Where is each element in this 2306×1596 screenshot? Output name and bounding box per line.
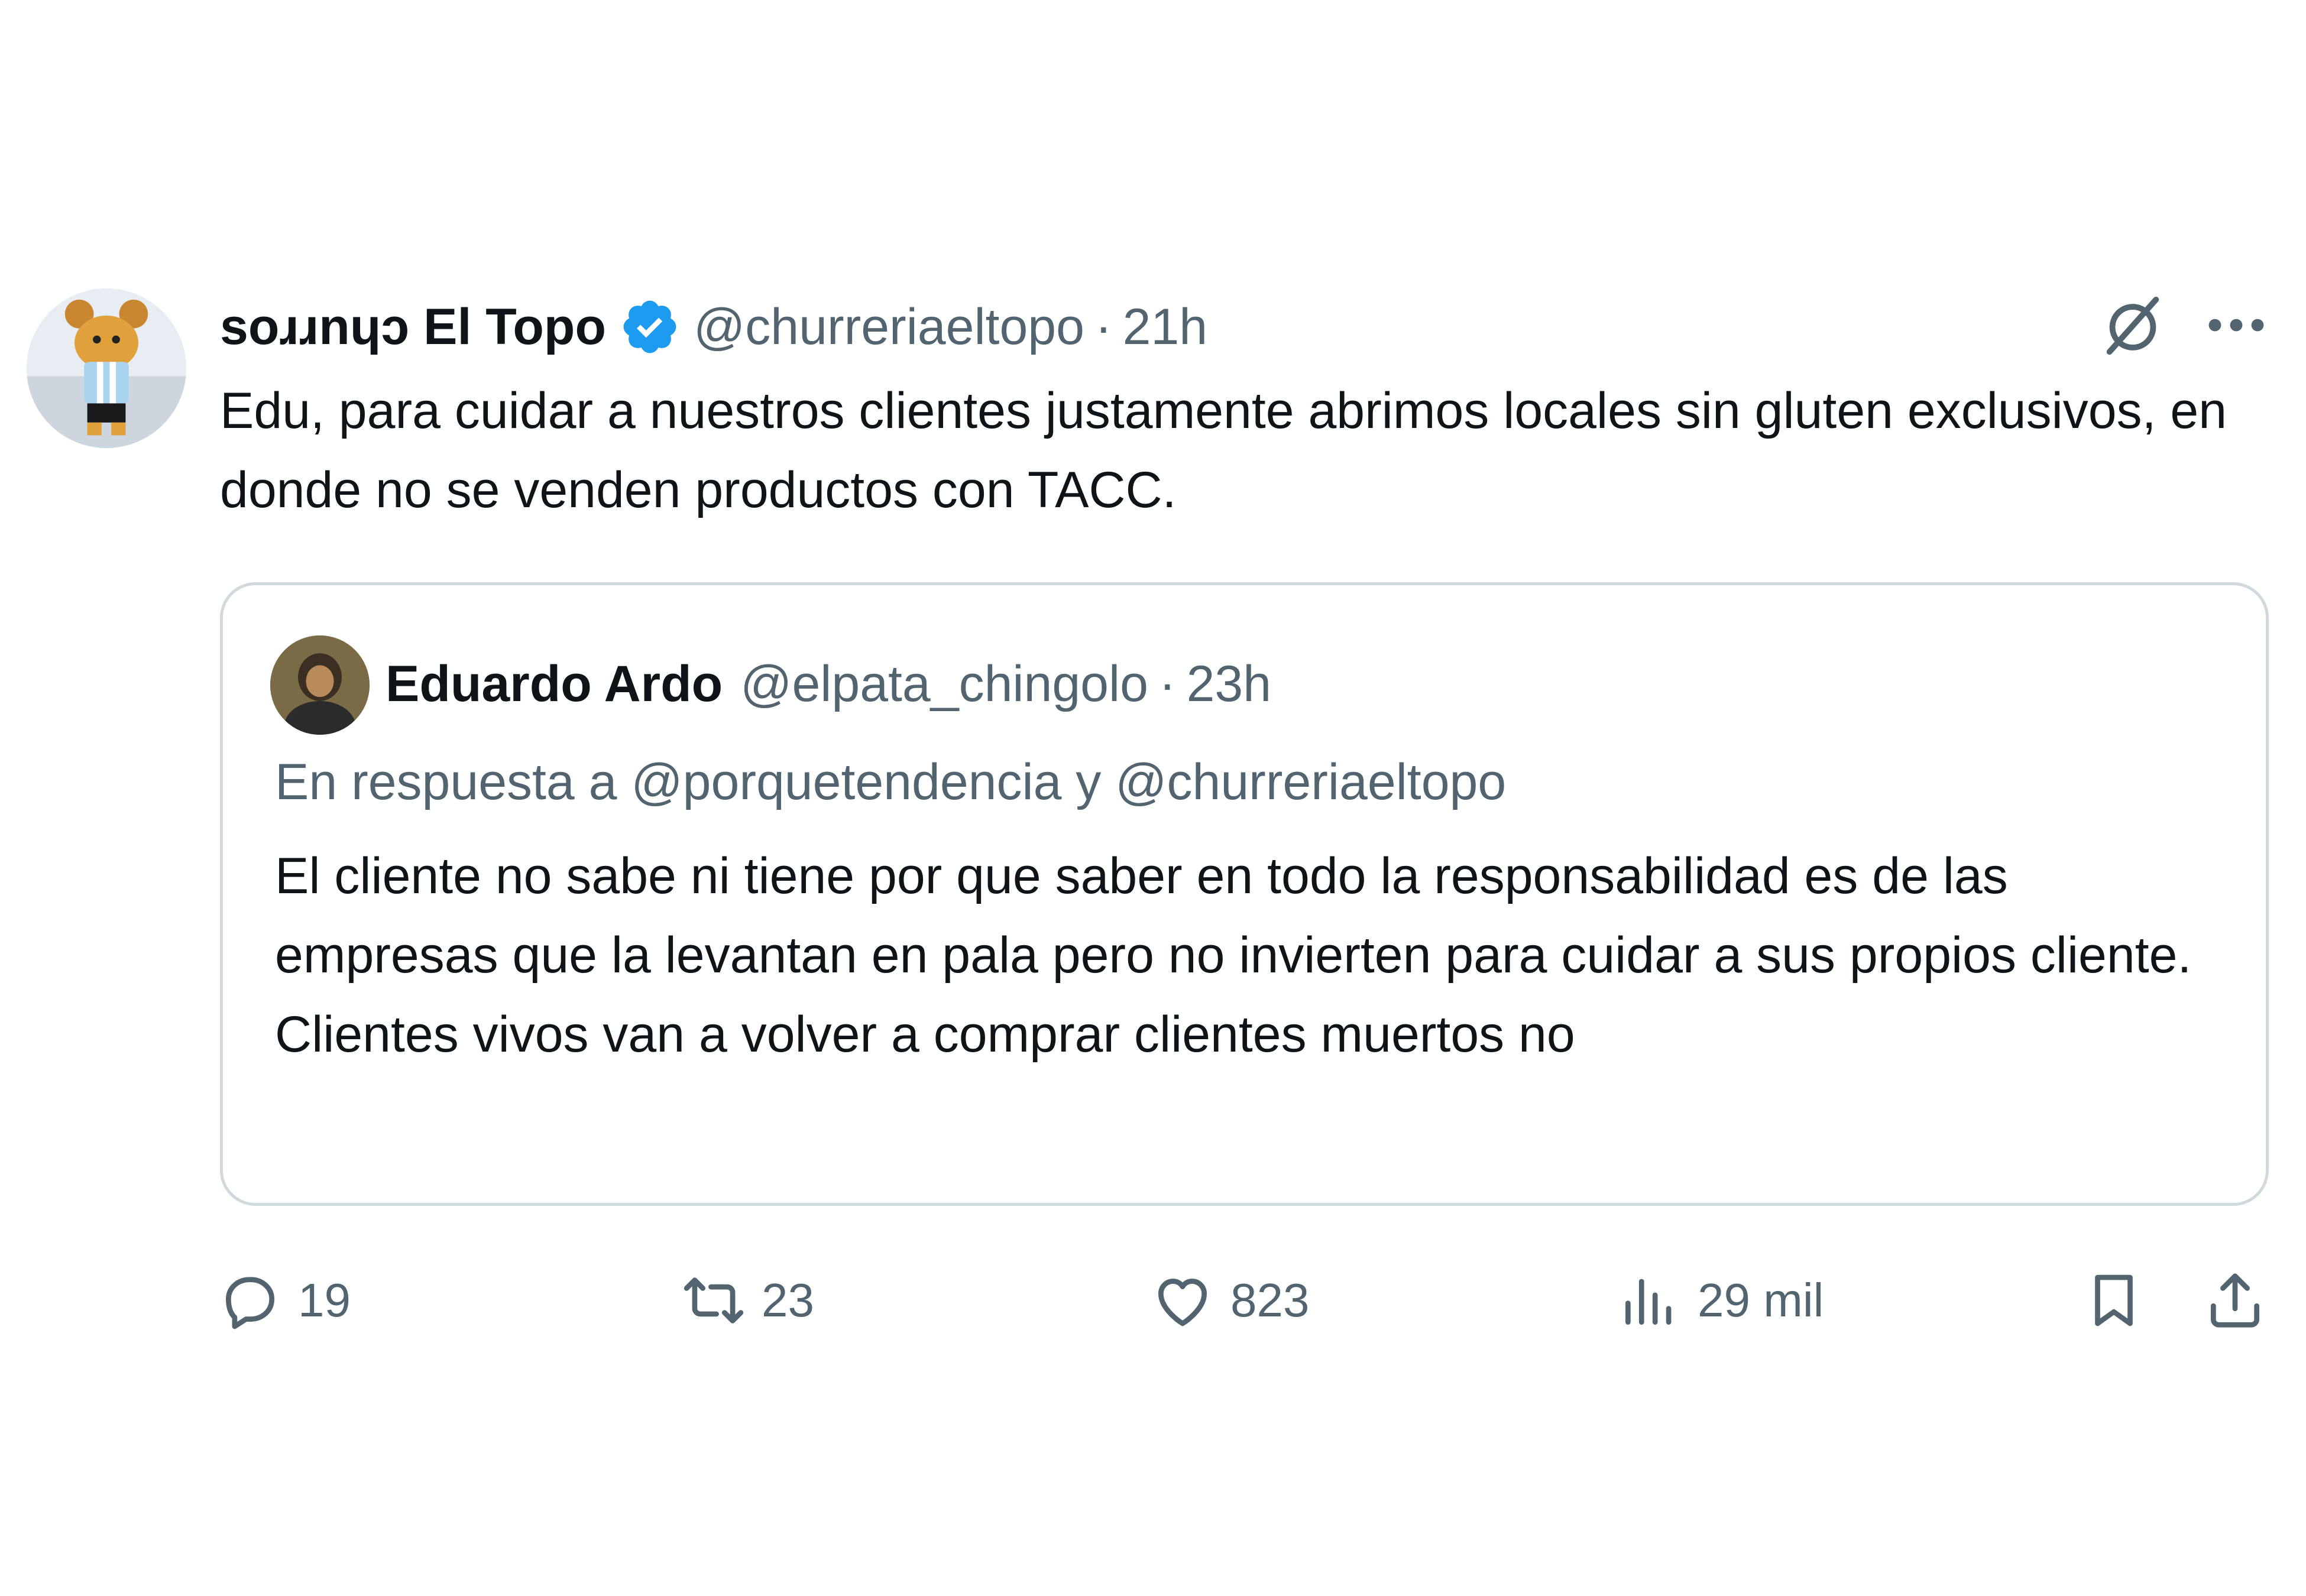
verified-badge-icon[interactable] — [619, 296, 681, 358]
reply-icon — [218, 1268, 283, 1333]
like-button[interactable]: 823 — [1150, 1265, 1309, 1336]
views-icon — [1617, 1268, 1682, 1333]
quote-time[interactable]: 23h — [1187, 651, 1272, 716]
quote-header: Eduardo Ardo @elpata_chingolo · 23h — [386, 651, 1271, 716]
share-icon — [2203, 1268, 2268, 1333]
retweet-button[interactable]: 23 — [681, 1265, 814, 1336]
retweet-count: 23 — [762, 1274, 814, 1326]
grok-icon[interactable] — [2098, 291, 2168, 361]
mascot-avatar-icon — [27, 288, 186, 448]
bookmark-button[interactable] — [2081, 1265, 2146, 1336]
quote-handle[interactable]: @elpata_chingolo — [740, 651, 1148, 716]
more-icon[interactable] — [2203, 301, 2269, 349]
views-button[interactable]: 29 mil — [1617, 1265, 1824, 1336]
tweet: soɹɹnɥɔ El Topo @churreriaeltopo · 21h E… — [0, 0, 2306, 1596]
reply-count: 19 — [298, 1274, 351, 1326]
separator-dot: · — [1094, 299, 1112, 355]
quote-separator-dot: · — [1158, 656, 1176, 712]
quote-display-name[interactable]: Eduardo Ardo — [386, 651, 723, 716]
heart-icon — [1150, 1268, 1215, 1333]
reply-button[interactable]: 19 — [218, 1265, 351, 1336]
action-bar: 19 23 823 29 mil — [0, 1265, 2306, 1336]
tweet-text: Edu, para cuidar a nuestros clientes jus… — [220, 382, 2227, 518]
tweet-time[interactable]: 21h — [1123, 294, 1208, 359]
bookmark-icon — [2081, 1268, 2146, 1333]
tweet-header: soɹɹnɥɔ El Topo @churreriaeltopo · 21h — [220, 294, 1207, 359]
quoted-tweet-card[interactable]: Eduardo Ardo @elpata_chingolo · 23h En r… — [220, 582, 2269, 1206]
author-display-name[interactable]: soɹɹnɥɔ El Topo — [220, 294, 606, 359]
retweet-icon — [681, 1268, 746, 1333]
reply-context: En respuesta a @porquetendencia y @churr… — [275, 754, 1507, 810]
share-button[interactable] — [2203, 1265, 2268, 1336]
quote-text: El cliente no sabe ni tiene por que sabe… — [275, 848, 2192, 1063]
quote-author-avatar[interactable] — [270, 635, 370, 735]
views-count: 29 mil — [1698, 1274, 1824, 1326]
author-handle[interactable]: @churreriaeltopo — [694, 294, 1084, 359]
like-count: 823 — [1230, 1274, 1310, 1326]
person-avatar-icon — [270, 635, 370, 735]
author-avatar[interactable] — [27, 288, 186, 448]
